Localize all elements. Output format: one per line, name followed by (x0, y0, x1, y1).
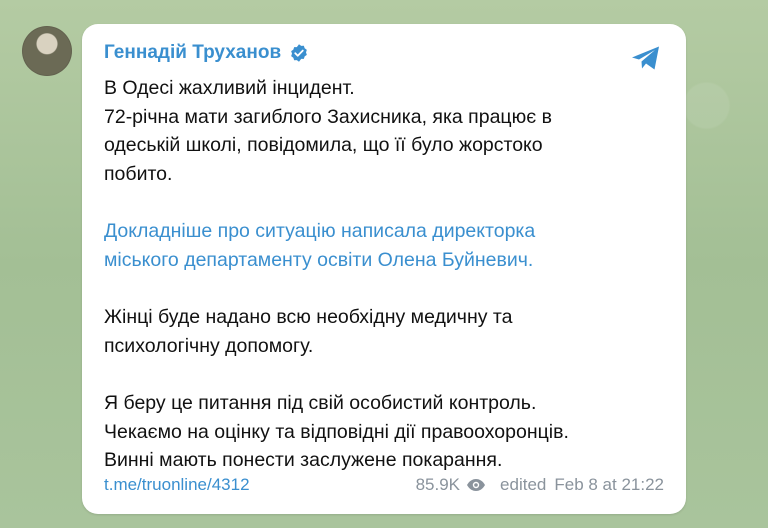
message-meta: 85.9K edited Feb 8 at 21:22 (416, 475, 664, 495)
text-line: 72-річна мати загиблого Захисника, яка п… (104, 105, 552, 128)
text-line: одеській школі, повідомила, що її було ж… (104, 134, 543, 156)
link-line[interactable]: міського департаменту освіти Олена Буйне… (104, 249, 533, 271)
verified-badge-icon (291, 44, 307, 62)
link-line[interactable]: Докладніше про ситуацію написала директо… (104, 220, 535, 242)
paragraph-intro: В Одесі жахливий інцидент. 72-річна мати… (104, 74, 664, 188)
paragraph-control: Я беру це питання під свій особистий кон… (104, 389, 664, 475)
message-timestamp: Feb 8 at 21:22 (554, 475, 664, 494)
author-name[interactable]: Геннадій Труханов (104, 42, 281, 64)
post-link[interactable]: t.me/truonline/4312 (104, 475, 250, 495)
edited-label: edited (500, 475, 547, 494)
text-line: Жінці буде надано всю необхідну медичну … (104, 306, 513, 328)
author-avatar[interactable] (22, 26, 72, 76)
text-line: Чекаємо на оцінку та відповідні дії прав… (104, 420, 569, 443)
details-link[interactable]: Докладніше про ситуацію написала директо… (104, 217, 664, 274)
message-text: В Одесі жахливий інцидент. 72-річна мати… (104, 74, 664, 475)
text-line: В Одесі жахливий інцидент. (104, 77, 355, 99)
text-line: Винні мають понести заслужене покарання. (104, 449, 503, 471)
paragraph-help: Жінці буде надано всю необхідну медичну … (104, 303, 664, 360)
view-count: 85.9K (415, 475, 461, 494)
eye-icon (467, 479, 486, 491)
text-line: побито. (104, 162, 173, 185)
message-footer: t.me/truonline/4312 85.9K edited Feb 8 a… (104, 473, 664, 497)
text-line: психологічну допомогу. (104, 334, 314, 357)
message-header: Геннадій Труханов (104, 42, 309, 64)
message-bubble: Геннадій Труханов В Одесі жахливий інцид… (82, 24, 686, 514)
text-line: Я беру це питання під свій особистий кон… (104, 392, 537, 414)
telegram-share-icon[interactable] (630, 44, 662, 72)
